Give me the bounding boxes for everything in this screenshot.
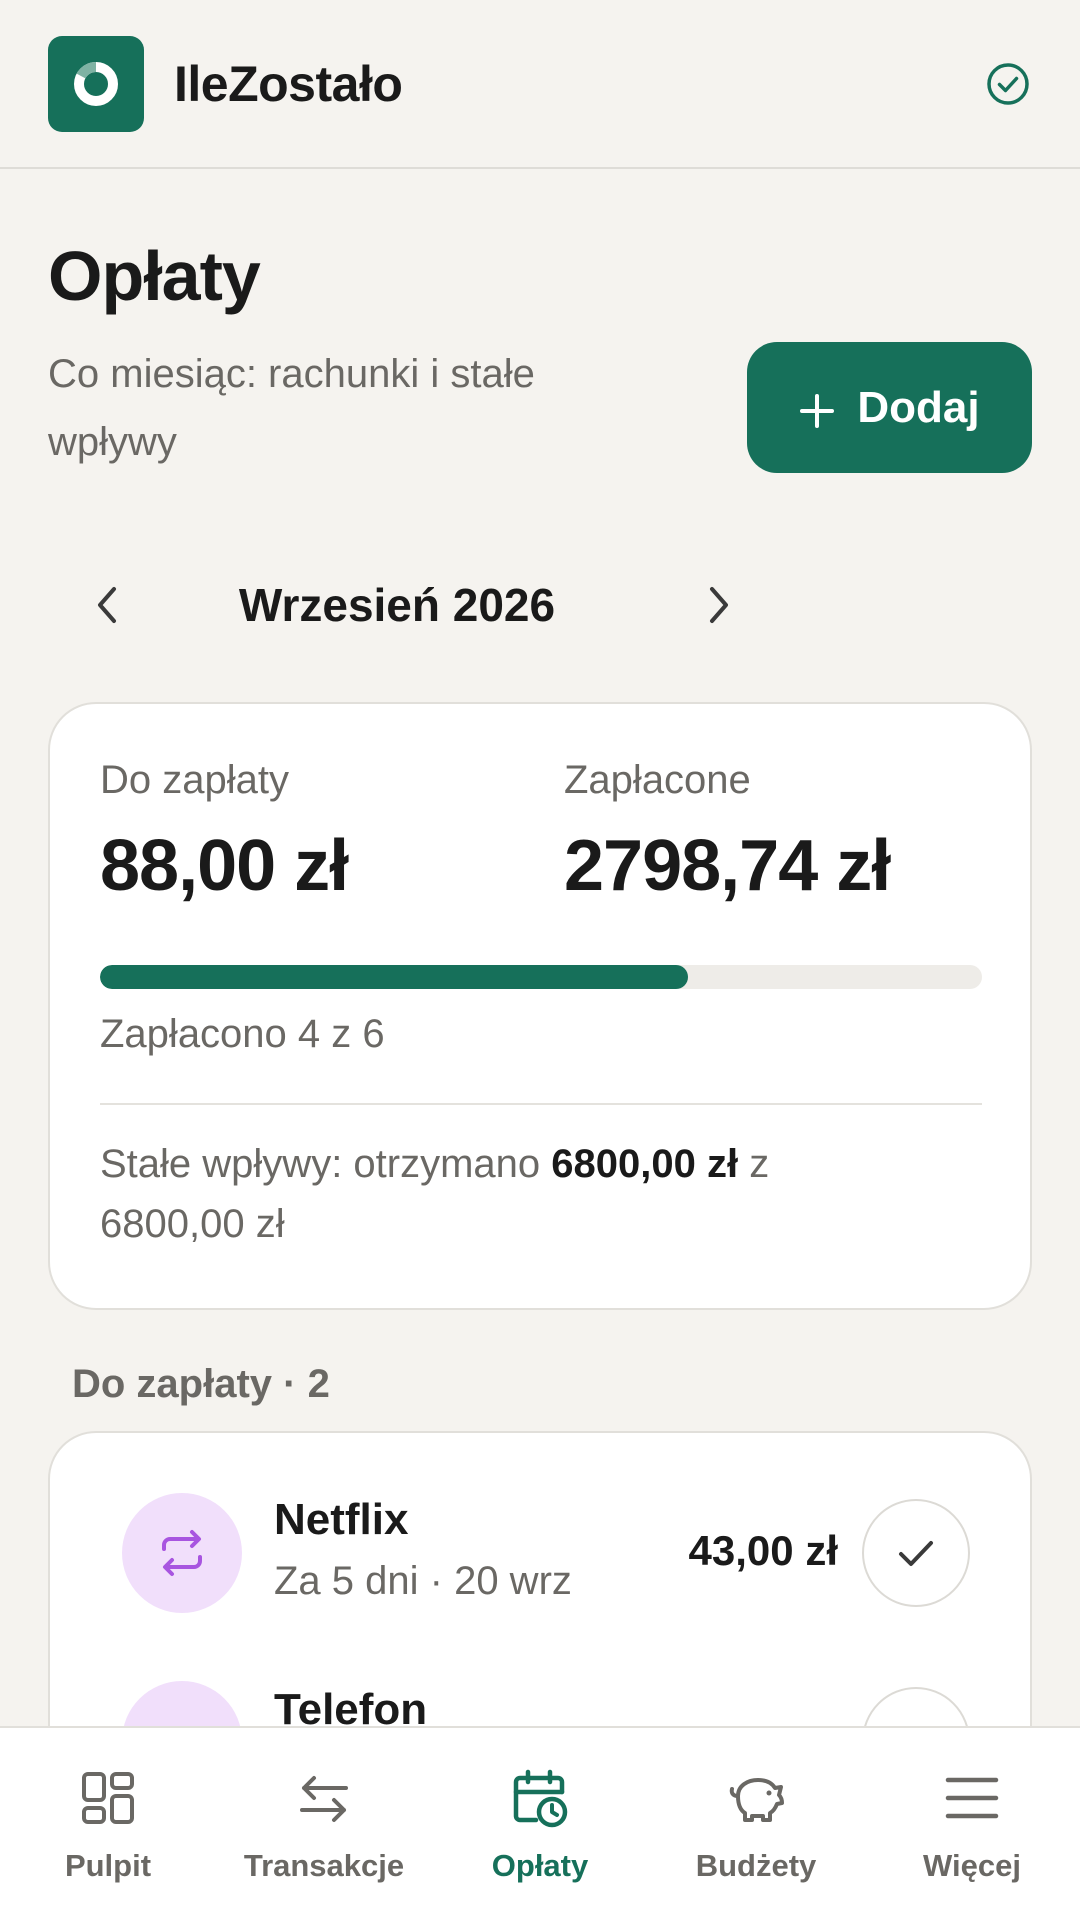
bill-due-info: Za 5 dni · 20 wrz: [274, 1559, 572, 1603]
check-icon: [899, 1541, 933, 1566]
income-summary: Stałe wpływy: otrzymano 6800,00 zł z 680…: [100, 1134, 900, 1254]
due-value: 88,00 zł: [100, 826, 349, 906]
income-prefix: Stałe wpływy: otrzymano: [100, 1142, 552, 1186]
check-circle-icon[interactable]: [984, 60, 1032, 108]
bill-amount: 43,00 zł: [688, 1527, 838, 1574]
nav-item-pulpit[interactable]: Pulpit: [0, 1728, 216, 1920]
app-header: IleZostało: [0, 0, 1080, 169]
nav-label: Transakcje: [243, 1848, 405, 1883]
page-subtitle: Co miesiąc: rachunki i stałe wpływy: [48, 352, 535, 464]
income-received: 6800,00 zł: [551, 1142, 739, 1186]
nav-label: Pulpit: [64, 1848, 152, 1883]
nav-label: Budżety: [695, 1848, 817, 1883]
paid-stat: Zapłacone 2798,74 zł: [564, 758, 891, 907]
progress-text: Zapłacono 4 z 6: [100, 1012, 385, 1056]
bill-name: Netflix: [274, 1495, 409, 1544]
bottom-nav: Pulpit Transakcje Opłaty Budżety Więcej: [0, 1726, 1080, 1920]
paid-value: 2798,74 zł: [564, 826, 891, 906]
plus-icon: [799, 390, 835, 428]
nav-item-oplaty[interactable]: Opłaty: [432, 1728, 648, 1920]
paid-label: Zapłacone: [564, 758, 751, 802]
chevron-right-icon[interactable]: [684, 560, 754, 650]
add-button-label: Dodaj: [857, 382, 980, 432]
payment-progress-fill: [100, 965, 689, 989]
mark-paid-button[interactable]: [862, 1499, 970, 1607]
due-label: Do zapłaty: [100, 758, 289, 802]
nav-item-budzety[interactable]: Budżety: [648, 1728, 864, 1920]
bill-row[interactable]: Netflix Za 5 dni · 20 wrz 43,00 zł: [50, 1493, 1030, 1673]
month-selector: Wrzesień 2026: [72, 560, 732, 650]
ring-logo-icon: [48, 35, 144, 132]
piggy-bank-icon: [729, 1778, 784, 1822]
month-label: Wrzesień 2026: [238, 579, 556, 631]
nav-label: Więcej: [923, 1848, 1021, 1883]
section-title: Do zapłaty · 2: [72, 1362, 330, 1406]
summary-card: Do zapłaty 88,00 zł Zapłacone 2798,74 zł…: [48, 702, 1032, 1310]
calendar-clock-icon: [513, 1769, 568, 1828]
swap-arrows-icon: [300, 1776, 348, 1822]
chevron-left-icon[interactable]: [72, 560, 142, 650]
page-title: Opłaty: [48, 237, 261, 315]
app-name: IleZostało: [174, 55, 403, 112]
due-stat: Do zapłaty 88,00 zł: [100, 758, 349, 907]
nav-item-transakcje[interactable]: Transakcje: [216, 1728, 432, 1920]
nav-label: Opłaty: [491, 1848, 589, 1883]
nav-item-wiecej[interactable]: Więcej: [864, 1728, 1080, 1920]
dashboard-grid-icon: [82, 1772, 134, 1824]
repeat-icon: [122, 1493, 242, 1613]
add-button[interactable]: Dodaj: [747, 342, 1032, 473]
divider: [100, 1103, 982, 1105]
menu-icon: [945, 1777, 999, 1819]
payment-progress-bar: [100, 965, 982, 989]
